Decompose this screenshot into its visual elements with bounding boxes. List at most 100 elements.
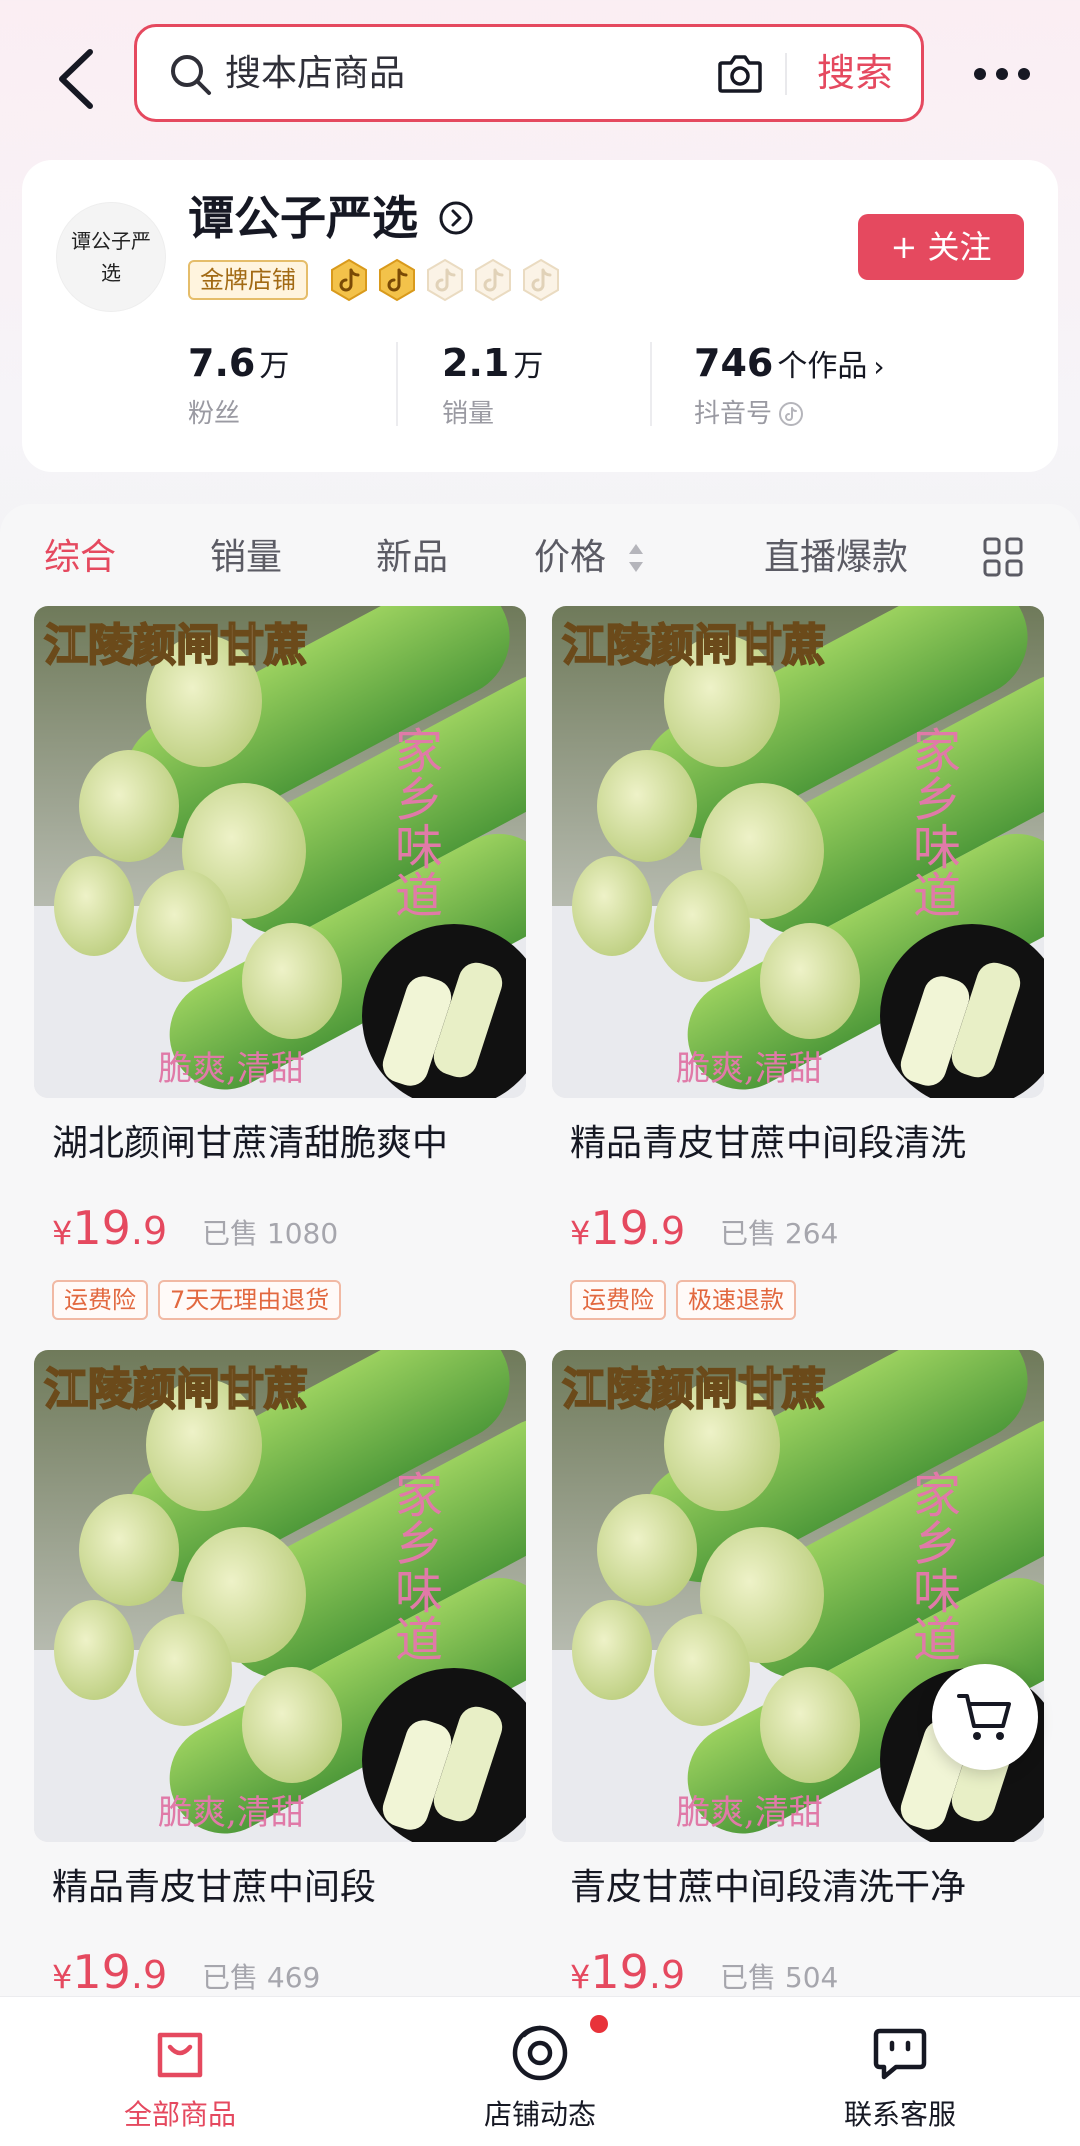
nav-label: 店铺动态 bbox=[483, 2098, 596, 2131]
service-tags: 运费险 7天无理由退货 bbox=[52, 1280, 342, 1320]
price-price-int: 19 bbox=[72, 1945, 131, 1999]
image-banner-text: 江陵颜闸甘蔗 bbox=[44, 620, 308, 671]
nav-all-products[interactable]: 全部商品 bbox=[0, 1997, 360, 2146]
image-bottom-text: 脆爽,清甜 bbox=[158, 1793, 305, 1833]
douyin-id-label: 抖音号 bbox=[694, 399, 773, 429]
product-image: 江陵颜闸甘蔗家乡味道脆爽,清甜 bbox=[552, 606, 1044, 1098]
sort-tabs: 综合 销量 新品 价格 直播爆款 bbox=[0, 504, 1080, 604]
product-image: 江陵颜闸甘蔗家乡味道脆爽,清甜 bbox=[552, 1350, 1044, 1842]
price-price-dec: .9 bbox=[130, 1209, 168, 1253]
stat-label: 粉丝 bbox=[188, 399, 241, 429]
stat-unit: 个作品 bbox=[777, 349, 868, 384]
image-side-text: 家乡味道 bbox=[904, 726, 960, 918]
shop-name[interactable]: 谭公子严选 bbox=[188, 186, 418, 250]
price-currency: ¥ bbox=[52, 1214, 73, 1252]
stat-value: 7.6 bbox=[188, 341, 256, 385]
shop-card: 谭公子严选 谭公子严选 金牌店铺 + 关注 7.6 万 粉丝 2.1 万 销量 … bbox=[22, 160, 1058, 472]
stat-divider bbox=[396, 342, 398, 426]
stat-label: 抖音号 bbox=[694, 392, 885, 436]
chevron-right-icon: › bbox=[873, 350, 885, 383]
nav-label: 全部商品 bbox=[123, 2098, 236, 2131]
product-title[interactable]: 精品青皮甘蔗中间段 bbox=[52, 1860, 522, 1916]
search-divider bbox=[785, 53, 787, 95]
product-image-wrapper[interactable]: 江陵颜闸甘蔗 家乡味道 脆爽,清甜 bbox=[552, 1350, 1044, 1842]
service-tag: 7天无理由退货 bbox=[158, 1280, 342, 1320]
price-currency: ¥ bbox=[52, 1958, 73, 1996]
nav-shop-feed[interactable]: 店铺动态 bbox=[360, 1997, 720, 2146]
cart-button[interactable] bbox=[932, 1664, 1038, 1770]
back-arrow-icon[interactable] bbox=[50, 44, 110, 114]
image-banner-text: 江陵颜闸甘蔗 bbox=[562, 620, 826, 671]
stat-value: 2.1 bbox=[442, 341, 510, 385]
gold-shop-badge: 金牌店铺 bbox=[188, 260, 308, 300]
price-price-dec: .9 bbox=[130, 1953, 168, 1997]
image-banner-text: 江陵颜闸甘蔗 bbox=[44, 1364, 308, 1415]
tab-all[interactable]: 综合 bbox=[44, 528, 116, 588]
image-bottom-text: 脆爽,清甜 bbox=[158, 1049, 305, 1089]
product-image-wrapper[interactable]: 江陵颜闸甘蔗 家乡味道 脆爽,清甜 bbox=[34, 606, 526, 1098]
search-input[interactable] bbox=[225, 43, 625, 103]
stat-value: 746 bbox=[694, 341, 774, 385]
notification-dot bbox=[590, 2015, 608, 2033]
douyin-gold-icon bbox=[331, 258, 367, 302]
nav-label: 联系客服 bbox=[843, 2098, 956, 2131]
search-bar[interactable]: 搜索 bbox=[134, 24, 924, 122]
camera-icon[interactable] bbox=[717, 51, 763, 95]
product-title[interactable]: 精品青皮甘蔗中间段清洗 bbox=[570, 1116, 1040, 1172]
product-image-wrapper[interactable]: 江陵颜闸甘蔗家乡味道脆爽,清甜 bbox=[34, 1350, 526, 1842]
price-price-int: 19 bbox=[72, 1201, 131, 1255]
product-card[interactable]: 江陵颜闸甘蔗 家乡味道 脆爽,清甜 湖北颜闸甘蔗清甜脆爽中 ¥19.9 已售 1080 运费… bbox=[34, 606, 526, 1346]
tab-new[interactable]: 新品 bbox=[376, 528, 448, 588]
price-currency: ¥ bbox=[570, 1958, 591, 1996]
stat-fans[interactable]: 7.6 万 粉丝 bbox=[188, 338, 289, 434]
tab-sales[interactable]: 销量 bbox=[210, 528, 282, 588]
douyin-logo-icon bbox=[779, 402, 804, 426]
douyin-gray-icon bbox=[523, 258, 559, 302]
shop-avatar[interactable]: 谭公子严选 bbox=[56, 202, 166, 312]
grid-view-icon[interactable] bbox=[982, 536, 1024, 578]
stat-divider bbox=[650, 342, 652, 426]
product-card[interactable]: 江陵颜闸甘蔗 家乡味道 脆爽,清甜 精品青皮甘蔗中间段清洗 ¥19.9 已售 264 运费险… bbox=[552, 606, 1044, 1346]
image-side-text: 家乡味道 bbox=[904, 1470, 960, 1662]
product-price: ¥19.9 bbox=[570, 1198, 685, 1269]
product-price: ¥19.9 bbox=[52, 1198, 167, 1269]
stat-unit: 万 bbox=[259, 349, 290, 384]
bottom-navigation: 全部商品 店铺动态 联系客服 bbox=[0, 1996, 1080, 2146]
sort-toggle-icon[interactable] bbox=[626, 540, 646, 576]
sold-count: 已售 469 bbox=[202, 1961, 321, 1994]
price-price-int: 19 bbox=[590, 1201, 649, 1255]
image-side-text: 家乡味道 bbox=[386, 1470, 442, 1662]
price-currency: ¥ bbox=[570, 1214, 591, 1252]
shop-feed-icon bbox=[512, 2025, 568, 2081]
follow-button[interactable]: + 关注 bbox=[858, 214, 1024, 280]
stat-label: 销量 bbox=[442, 399, 495, 429]
price-price-dec: .9 bbox=[648, 1953, 686, 1997]
douyin-gold-icon bbox=[379, 258, 415, 302]
shopping-bag-icon bbox=[157, 2032, 203, 2078]
service-tag: 运费险 bbox=[570, 1280, 666, 1320]
product-title[interactable]: 青皮甘蔗中间段清洗干净 bbox=[570, 1860, 1040, 1916]
shopping-cart-icon bbox=[957, 1694, 1011, 1740]
stat-works[interactable]: 746 个作品 › 抖音号 bbox=[694, 338, 885, 434]
douyin-gray-icon bbox=[427, 258, 463, 302]
product-image: 江陵颜闸甘蔗家乡味道脆爽,清甜 bbox=[34, 606, 526, 1098]
search-button[interactable]: 搜索 bbox=[799, 41, 911, 105]
nav-customer-service[interactable]: 联系客服 bbox=[720, 1997, 1080, 2146]
shop-level-icons bbox=[330, 258, 560, 302]
more-options-icon[interactable] bbox=[970, 60, 1034, 88]
product-card[interactable]: 江陵颜闸甘蔗家乡味道脆爽,清甜精品青皮甘蔗中间段 ¥19.9 已售 469 bbox=[34, 1350, 526, 2090]
product-title[interactable]: 湖北颜闸甘蔗清甜脆爽中 bbox=[52, 1116, 522, 1172]
service-tag: 运费险 bbox=[52, 1280, 148, 1320]
product-image-wrapper[interactable]: 江陵颜闸甘蔗家乡味道脆爽,清甜 bbox=[552, 606, 1044, 1098]
chat-bubble-icon bbox=[873, 2028, 927, 2080]
search-icon bbox=[171, 55, 211, 95]
stat-sales: 2.1 万 销量 bbox=[442, 338, 543, 434]
image-bottom-text: 脆爽,清甜 bbox=[676, 1049, 823, 1089]
stat-unit: 万 bbox=[513, 349, 544, 384]
tab-price[interactable]: 价格 bbox=[534, 528, 606, 588]
price-price-dec: .9 bbox=[648, 1209, 686, 1253]
price-price-int: 19 bbox=[590, 1945, 649, 1999]
product-image: 江陵颜闸甘蔗家乡味道脆爽,清甜 bbox=[34, 1350, 526, 1842]
chevron-right-circle-icon[interactable] bbox=[438, 200, 474, 236]
tab-live-hot[interactable]: 直播爆款 bbox=[764, 528, 908, 588]
